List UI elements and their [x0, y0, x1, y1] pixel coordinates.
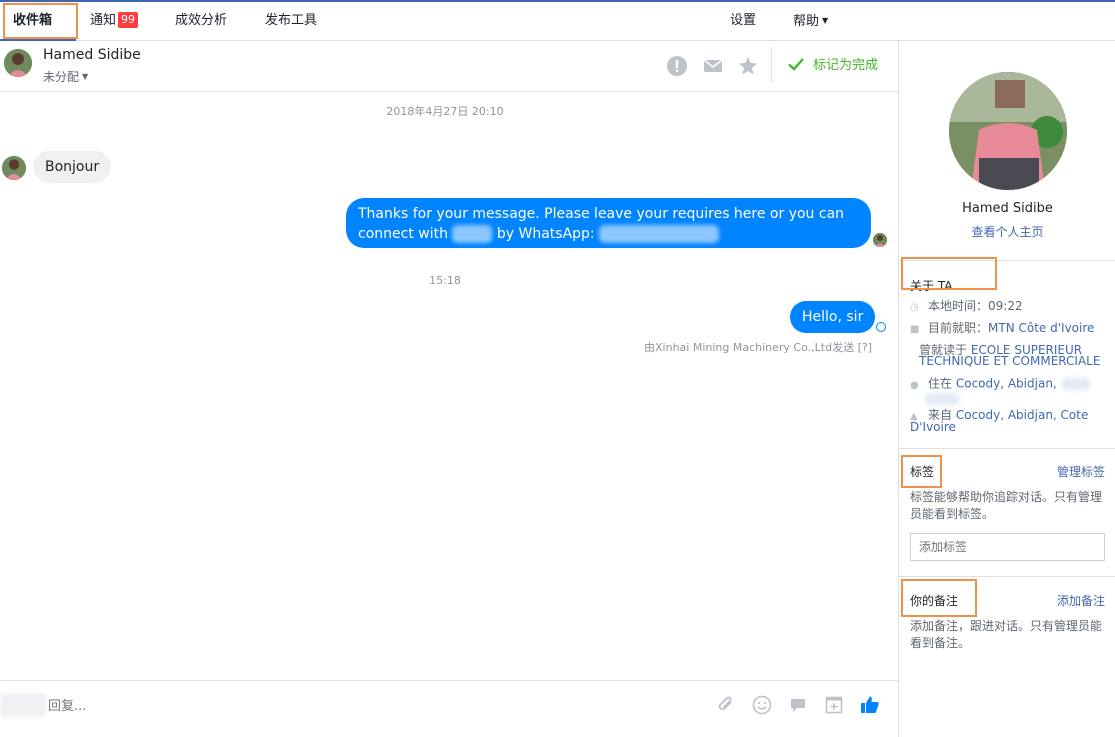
message-bubble-incoming[interactable]: Bonjour: [33, 151, 112, 183]
about-title: 关于 TA: [910, 279, 953, 293]
top-navigation: 收件箱 通知 99 成效分析 发布工具 设置 帮助 ▼: [0, 0, 1115, 41]
profile-name: Hamed Sidibe: [962, 201, 1053, 216]
tags-title: 标签: [910, 465, 935, 479]
clock-icon: ◷: [910, 302, 919, 313]
lives-label: 住在: [928, 376, 953, 391]
assignment-label: 未分配: [43, 70, 80, 84]
location-pin-icon: ●: [910, 379, 919, 391]
local-time-row: ◷ 本地时间：09:22: [910, 299, 1110, 313]
add-tag-input[interactable]: [910, 533, 1105, 561]
assignment-dropdown[interactable]: 未分配 ▼: [43, 68, 88, 85]
tab-notifications[interactable]: 通知 99: [90, 2, 139, 40]
page-avatar: [873, 233, 887, 247]
notification-badge: 99: [118, 12, 139, 28]
date-stamp: 2018年4月27日 20:10: [386, 105, 504, 118]
notes-title: 你的备注: [910, 594, 959, 608]
lives-link[interactable]: Cocody, Abidjan,: [956, 377, 1057, 391]
contact-info-panel: Hamed Sidibe 查看个人主页 关于 TA ◷ 本地时间：09:22 ■ 目…: [898, 41, 1115, 737]
redacted-phone: [599, 225, 720, 243]
caret-down-icon: ▼: [82, 72, 89, 81]
work-row: ■ 目前就职：MTN Côte d'Ivoire: [910, 321, 1110, 335]
contact-avatar[interactable]: [4, 49, 32, 77]
manage-tags-link[interactable]: 管理标签: [1057, 463, 1105, 480]
tab-publishing-tools-label: 发布工具: [265, 13, 318, 28]
study-row: 曾就读于 ECOLE SUPERIEUR TECHNIQUE ET COMMER…: [919, 344, 1109, 367]
header-divider: [771, 47, 772, 83]
help-icon[interactable]: [?]: [858, 341, 872, 354]
message-text: Bonjour: [45, 159, 100, 175]
lives-row: ● 住在 Cocody, Abidjan,: [910, 378, 1110, 405]
sent-by-label: 由Xinhai Mining Machinery Co.,Ltd发送 [?]: [644, 339, 872, 355]
tab-inbox-label: 收件箱: [13, 13, 53, 28]
alert-icon[interactable]: [666, 55, 688, 77]
message-bubble-outgoing[interactable]: Hello, sir: [790, 301, 876, 333]
section-divider: [899, 260, 1115, 261]
tab-insights-label: 成效分析: [175, 13, 228, 28]
work-link[interactable]: MTN Côte d'Ivoire: [988, 321, 1094, 335]
message-bubble-outgoing[interactable]: Thanks for your message. Please leave yo…: [346, 198, 871, 248]
sent-by-text: 由Xinhai Mining Machinery Co.,Ltd发送: [644, 341, 855, 354]
redacted-text: [1060, 378, 1091, 390]
redacted-text: [924, 392, 960, 405]
inbox-app: 收件箱 通知99 成效分析 发布工具 设置 帮助▼ Hamed Sidibe: [0, 0, 1115, 737]
contact-name[interactable]: Hamed Sidibe: [43, 47, 141, 63]
from-row: ▲ 来自 Cocody, Abidjan, Cote D'Ivoire: [910, 409, 1110, 433]
mark-done-button[interactable]: 标记为完成: [787, 55, 878, 77]
settings-label: 设置: [730, 13, 757, 28]
reply-input[interactable]: [0, 689, 700, 723]
section-divider: [899, 448, 1115, 449]
conversation-header: Hamed Sidibe 未分配 ▼ 标记为完成: [0, 41, 898, 92]
profile-photo[interactable]: [949, 72, 1067, 190]
mark-done-label: 标记为完成: [813, 58, 879, 73]
tab-publishing-tools[interactable]: 发布工具: [265, 2, 317, 40]
section-divider: [899, 576, 1115, 577]
notes-description: 添加备注，跟进对话。只有管理员能看到备注。: [910, 619, 1103, 650]
tab-insights[interactable]: 成效分析: [175, 2, 227, 40]
help-menu[interactable]: 帮助 ▼: [793, 2, 828, 40]
caret-down-icon: ▼: [822, 16, 829, 25]
message-thread: 2018年4月27日 20:10 Bonjour Thanks for your…: [0, 92, 898, 680]
emoji-icon[interactable]: [751, 694, 773, 716]
star-icon[interactable]: [737, 55, 759, 77]
tab-inbox[interactable]: 收件箱: [13, 2, 52, 40]
briefcase-icon: ■: [910, 324, 920, 335]
tags-description: 标签能够帮助你追踪对话。只有管理员能看到标签。: [910, 490, 1103, 521]
help-label: 帮助: [793, 14, 820, 29]
attachment-icon[interactable]: [715, 694, 737, 716]
checkmark-icon: [788, 58, 804, 71]
message-text: by WhatsApp:: [496, 226, 595, 242]
like-icon[interactable]: [859, 694, 881, 716]
tab-notifications-label: 通知: [90, 13, 117, 28]
message-composer: [0, 680, 898, 737]
view-profile-link[interactable]: 查看个人主页: [899, 223, 1115, 240]
time-stamp: 15:18: [429, 274, 461, 287]
saved-reply-icon[interactable]: [823, 694, 845, 716]
local-time-label: 本地时间：: [928, 299, 989, 313]
add-note-link[interactable]: 添加备注: [1057, 592, 1105, 609]
sent-check-icon: [876, 322, 886, 332]
sticker-icon[interactable]: [787, 694, 809, 716]
sender-avatar[interactable]: [2, 156, 26, 180]
redacted-text: [452, 225, 493, 243]
work-label: 目前就职：: [928, 321, 989, 335]
message-text: Hello, sir: [802, 309, 864, 325]
settings-link[interactable]: 设置: [730, 2, 756, 40]
local-time-value: 09:22: [988, 299, 1023, 313]
mail-icon[interactable]: [702, 55, 724, 77]
